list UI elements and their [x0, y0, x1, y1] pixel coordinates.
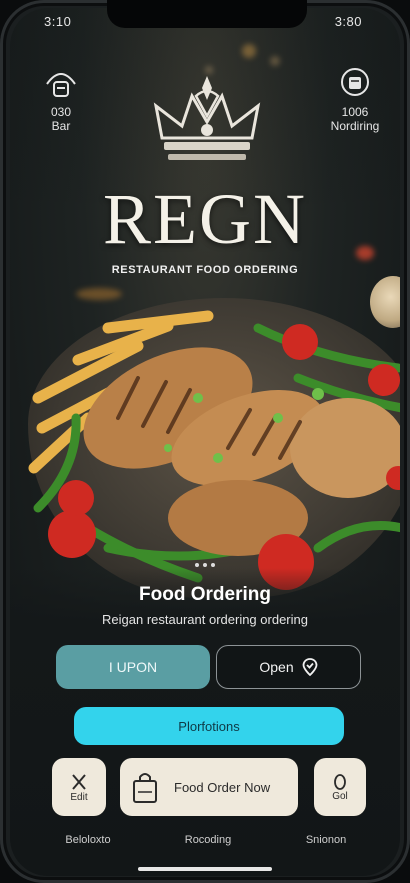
status-time: 3:10 — [44, 14, 72, 29]
bottom-tab-bar: Beloloxto Rocoding Snionon — [0, 834, 410, 848]
utensils-icon — [72, 773, 86, 790]
corner-menu-button[interactable]: 030 Bar — [26, 68, 96, 133]
edit-tile-label: Edit — [70, 791, 88, 803]
tab-item-3[interactable]: Snionon — [276, 834, 376, 846]
settings-tile-label: Gol — [332, 790, 348, 802]
settings-tile-button[interactable]: Gol — [314, 758, 366, 816]
brand-tagline: RESTAURANT FOOD ORDERING — [111, 264, 299, 276]
camera-notch — [107, 0, 307, 28]
corner-right-line2: Nordiring — [330, 119, 380, 133]
circle-icon — [334, 773, 346, 790]
page-title: Food Ordering — [139, 584, 271, 605]
takeout-bag-icon — [341, 68, 369, 96]
edit-tile-button[interactable]: Edit — [52, 758, 106, 816]
primary-action-button[interactable]: Plorfotions — [74, 707, 344, 745]
corner-left-line1: 030 — [50, 105, 72, 119]
carousel-dot[interactable] — [195, 563, 199, 567]
open-button-label: Open — [259, 659, 294, 675]
carousel-dot[interactable] — [211, 563, 215, 567]
corner-right-line1: 1006 — [341, 105, 369, 119]
carousel-dots[interactable] — [195, 563, 215, 567]
open-button[interactable]: Open — [216, 645, 361, 689]
carousel-dot[interactable] — [203, 563, 207, 567]
primary-action-label: Plorfotions — [178, 718, 240, 734]
upon-button-label: I UPON — [108, 659, 158, 675]
shopping-bag-icon — [133, 773, 157, 803]
tab-item-1[interactable]: Beloloxto — [38, 834, 138, 846]
upon-button[interactable]: I UPON — [56, 645, 210, 689]
phone-frame: 3:10 3:80 030 Bar 1006 Nordiring REGN RE… — [0, 0, 410, 883]
brand-name: REGN — [103, 179, 307, 259]
grilled-chicken-illustration — [28, 310, 400, 590]
location-pin-icon — [302, 658, 318, 676]
status-indicators: 3:80 — [334, 14, 362, 29]
tab-item-2[interactable]: Rocoding — [158, 834, 258, 846]
corner-left-line2: Bar — [51, 119, 71, 133]
chef-icon — [46, 73, 76, 97]
food-order-now-label: Food Order Now — [174, 779, 271, 795]
corner-ordering-button[interactable]: 1006 Nordiring — [320, 68, 390, 133]
food-order-now-button[interactable]: Food Order Now — [120, 758, 298, 816]
home-indicator[interactable] — [138, 867, 272, 871]
page-subtitle: Reigan restaurant ordering ordering — [102, 612, 308, 627]
crown-logo-icon — [153, 76, 261, 160]
